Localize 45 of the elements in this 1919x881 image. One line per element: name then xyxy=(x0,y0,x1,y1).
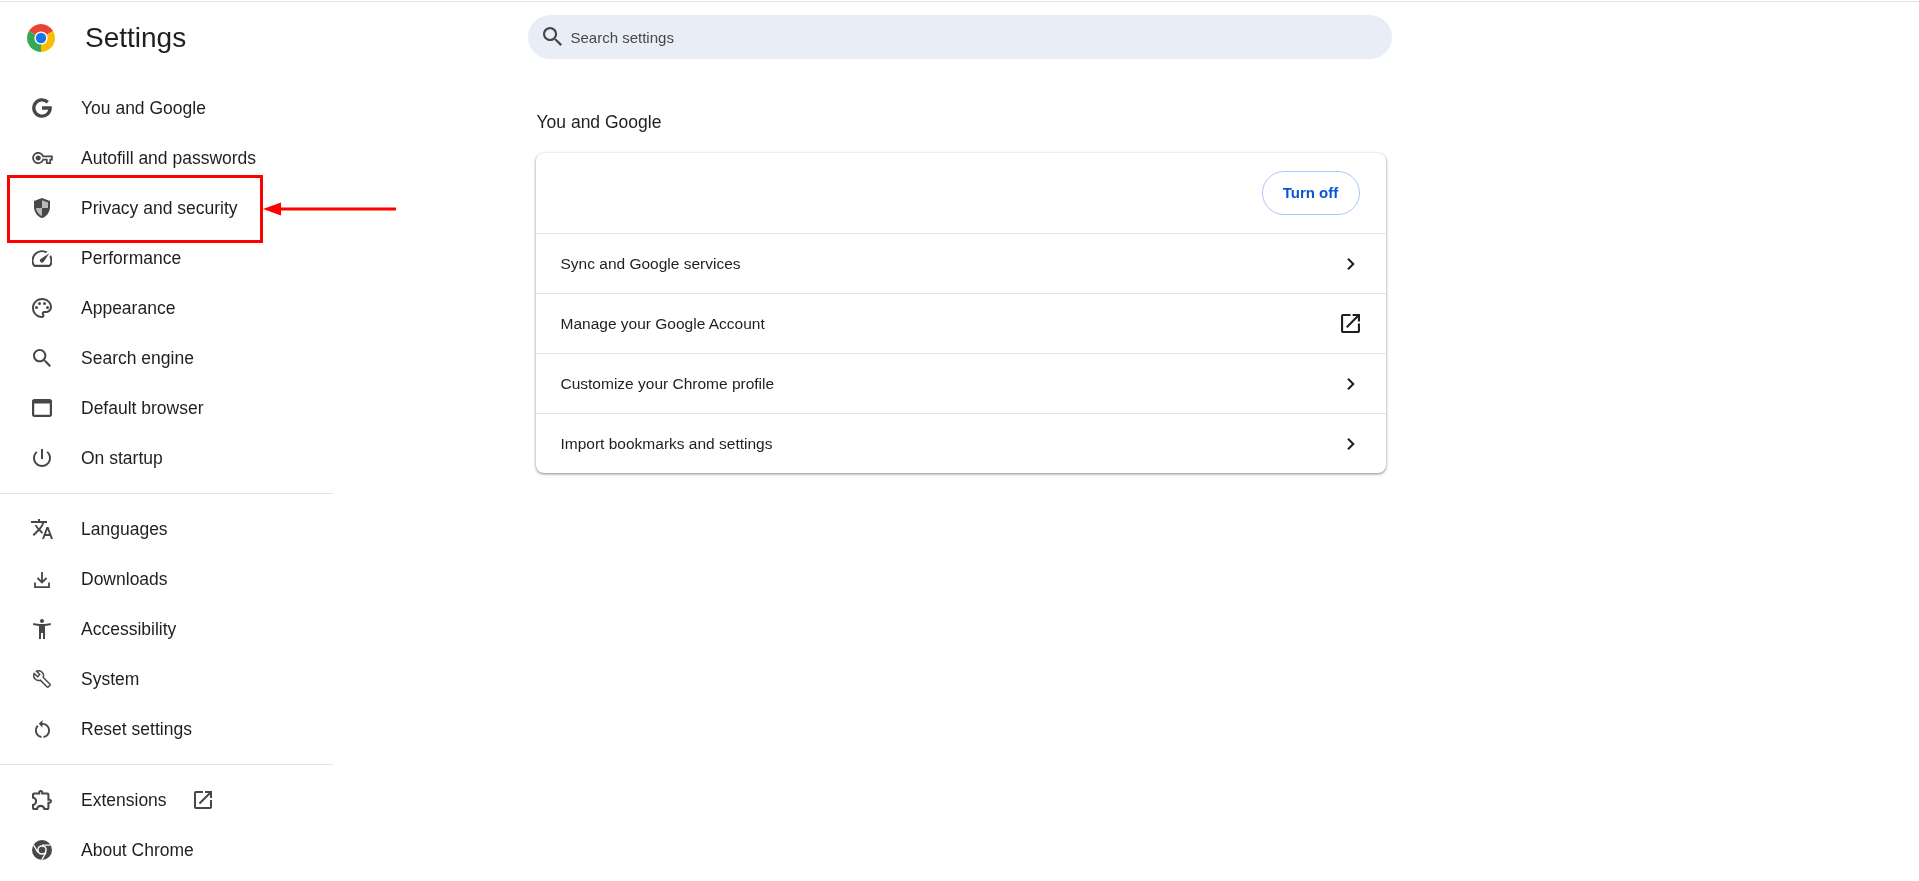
sidebar-item[interactable]: Downloads xyxy=(0,554,333,604)
sidebar-item[interactable]: Privacy and security xyxy=(10,183,260,233)
turn-off-button[interactable]: Turn off xyxy=(1261,171,1360,215)
sidebar-item[interactable]: Reset settings xyxy=(0,704,333,754)
wrench-icon xyxy=(33,670,51,688)
sidebar-item[interactable]: Appearance xyxy=(0,283,333,333)
settings-row[interactable]: Manage your Google Account xyxy=(535,293,1386,353)
puzzle-piece-icon xyxy=(32,790,52,810)
sidebar-item[interactable]: You and Google xyxy=(0,83,333,133)
person-icon xyxy=(33,619,51,639)
sidebar-item[interactable]: Default browser xyxy=(0,383,333,433)
sidebar-item[interactable]: Autofill and passwords xyxy=(0,133,333,183)
circle-logo-icon xyxy=(32,840,52,860)
sidebar-item[interactable]: Languages xyxy=(0,504,333,554)
sidebar-item[interactable]: Extensions xyxy=(0,775,333,825)
sidebar-item[interactable]: Performance xyxy=(0,233,333,283)
key-icon xyxy=(31,152,53,164)
circular-arrow-icon xyxy=(34,720,50,738)
translate-icon xyxy=(31,519,53,539)
circle-logo-icon xyxy=(27,24,55,52)
chevron-right-icon xyxy=(1346,377,1355,390)
sidebar-item[interactable]: On startup xyxy=(0,433,333,483)
chevron-right-icon xyxy=(1346,437,1355,450)
search-icon xyxy=(542,27,562,46)
search-field[interactable]: Search settings xyxy=(527,15,1392,59)
chevron-right-icon xyxy=(1346,257,1355,270)
sidebar-item[interactable]: Accessibility xyxy=(0,604,333,654)
sidebar-item[interactable]: Search engine xyxy=(0,333,333,383)
page-title: Settings xyxy=(85,21,187,55)
power-icon xyxy=(33,449,51,467)
palette-icon xyxy=(32,298,52,318)
section-heading: You and Google xyxy=(536,111,662,134)
settings-row[interactable]: Sync and Google services xyxy=(535,233,1386,293)
sidebar-item[interactable]: System xyxy=(0,654,333,704)
external-link-icon xyxy=(1341,314,1360,333)
settings-row[interactable]: Import bookmarks and settings xyxy=(535,413,1386,473)
external-link-icon xyxy=(193,791,212,809)
speedometer-icon xyxy=(32,249,52,267)
search-icon xyxy=(33,349,51,367)
g-logo-icon xyxy=(32,98,52,118)
shield-icon xyxy=(34,198,50,218)
settings-row[interactable]: Customize your Chrome profile xyxy=(535,353,1386,413)
download-icon xyxy=(34,570,50,588)
window-icon xyxy=(32,399,52,417)
sidebar-item[interactable]: About Chrome xyxy=(0,825,333,875)
